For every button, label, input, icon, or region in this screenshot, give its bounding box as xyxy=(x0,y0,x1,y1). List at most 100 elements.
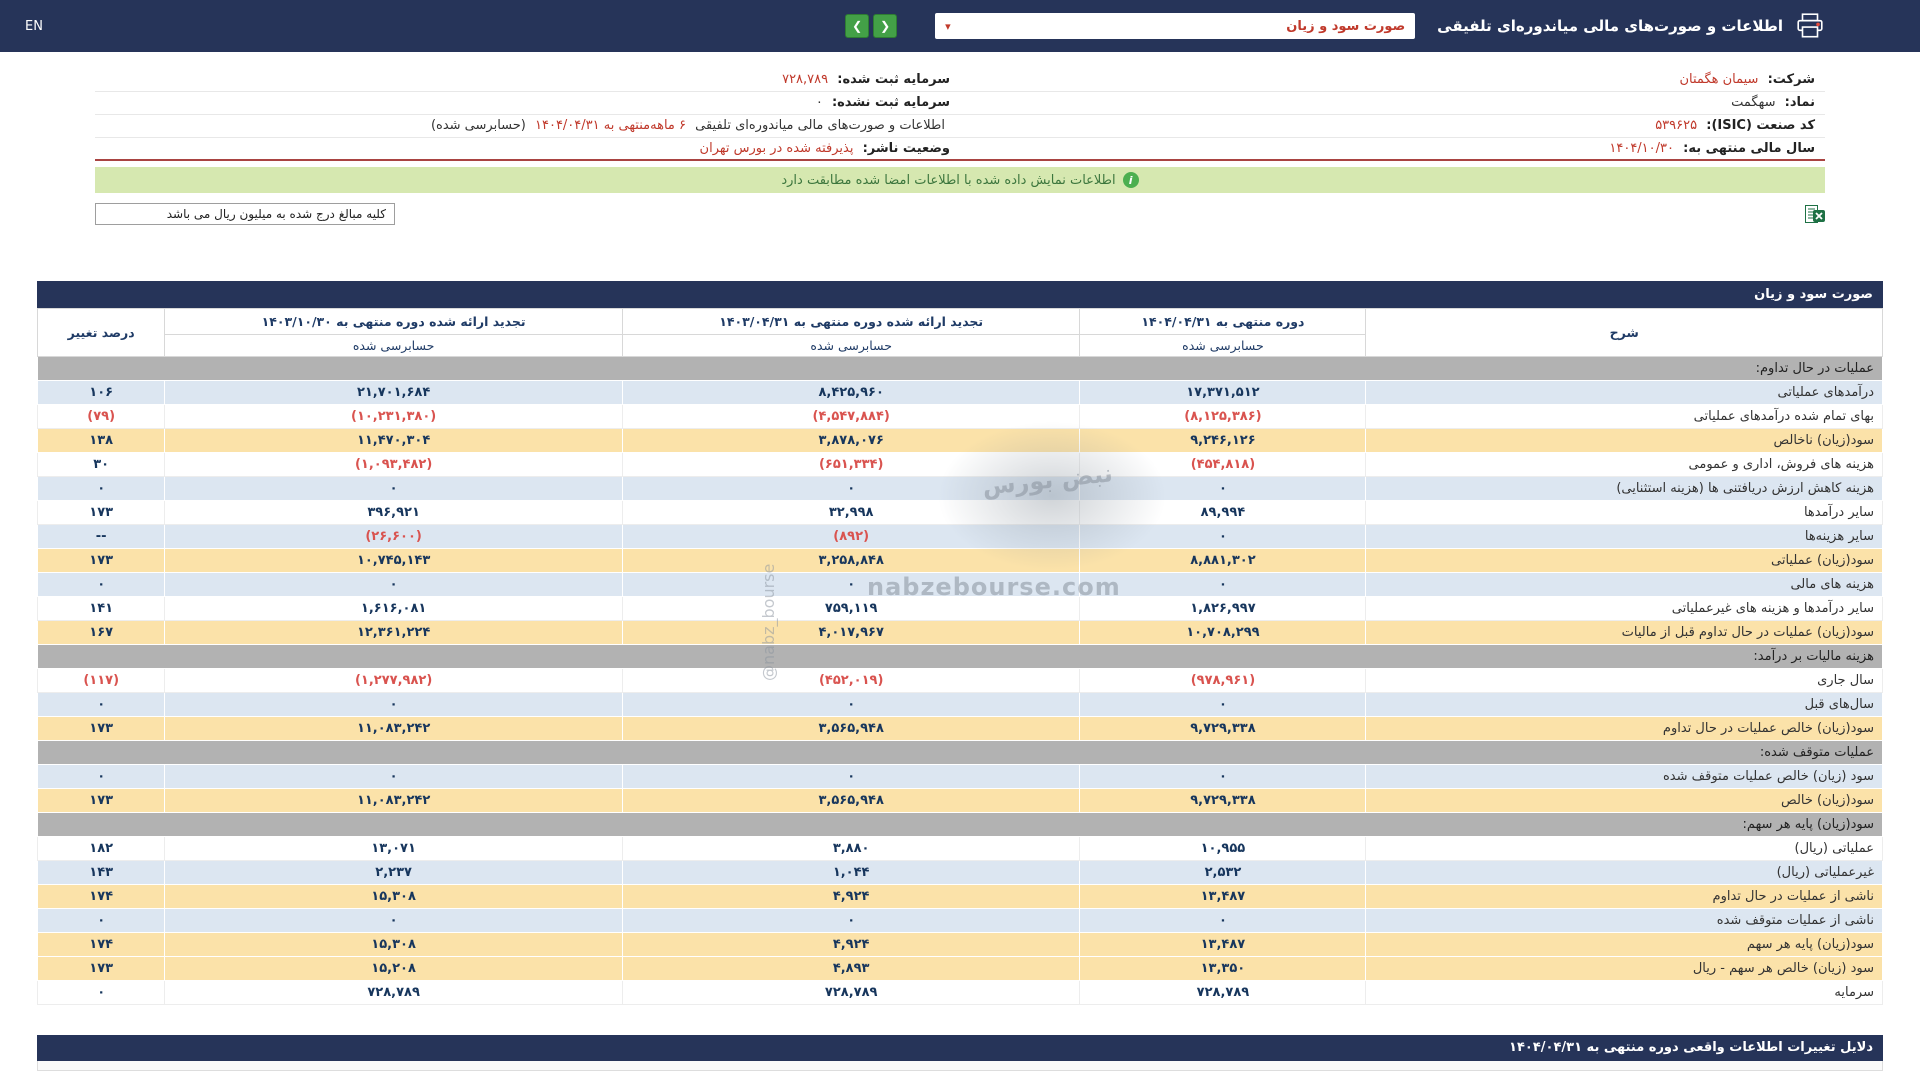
row-value: ۴,۸۹۳ xyxy=(621,956,1081,981)
row-value: ۰ xyxy=(1079,908,1367,933)
table-row: بهای تمام شده درآمدهای عملیاتی (۸,۱۲۵,۳۸۶… xyxy=(36,404,1883,429)
section-label: سود(زیان) پایه هر سهم: xyxy=(37,812,1883,837)
row-label: سود(زیان) عملیاتی xyxy=(1365,548,1883,573)
col-header-description: شرح xyxy=(1365,308,1883,357)
section-label: عملیات متوقف شده: xyxy=(37,740,1883,765)
row-value: ۷۲۸,۷۸۹ xyxy=(1079,980,1367,1005)
table-row: سود(زیان) عملیات در حال تداوم قبل از مال… xyxy=(36,620,1883,645)
row-label: هزینه کاهش ارزش دریافتنی ها (هزینه استثن… xyxy=(1365,476,1883,501)
row-change: (۱۱۷) xyxy=(36,668,166,693)
row-label: سود (زیان) خالص عملیات متوقف شده xyxy=(1365,764,1883,789)
table-row: سایر هزینه‌ها ۰ (۸۹۲) (۲۶,۶۰۰) -- xyxy=(36,524,1883,549)
row-value: ۱۳,۳۵۰ xyxy=(1079,956,1367,981)
row-change: ۱۷۳ xyxy=(36,716,166,741)
row-label: سود(زیان) خالص xyxy=(1365,788,1883,813)
company-info-row: نماد: سهگمت سرمایه ثبت نشده: ۰ xyxy=(95,91,1825,115)
row-value: ۲,۵۳۲ xyxy=(1079,860,1367,885)
table-row: سود(زیان) خالص ۹,۷۲۹,۳۳۸ ۳,۵۶۵,۹۴۸ ۱۱,۰۸۳,۲… xyxy=(36,788,1883,813)
row-change: (۷۹) xyxy=(36,404,166,429)
excel-export-icon[interactable] xyxy=(1805,204,1825,224)
row-value: ۳,۸۷۸,۰۷۶ xyxy=(621,428,1081,453)
row-value: (۲۶,۶۰۰) xyxy=(164,524,623,549)
col-subheader-audited-1: حسابرسی شده xyxy=(621,334,1081,357)
chevron-down-icon: ▾ xyxy=(945,19,951,33)
row-value: ۰ xyxy=(621,572,1081,597)
row-change: ۱۴۱ xyxy=(36,596,166,621)
row-value: ۱,۶۱۶,۰۸۱ xyxy=(164,596,623,621)
row-value: (۱,۲۷۷,۹۸۲) xyxy=(164,668,623,693)
row-label: ناشی از عملیات متوقف شده xyxy=(1365,908,1883,933)
row-label: هزینه های مالی xyxy=(1365,572,1883,597)
language-toggle[interactable]: EN xyxy=(25,19,43,34)
row-value: ۰ xyxy=(1079,524,1367,549)
printer-icon[interactable] xyxy=(1795,11,1825,41)
row-value: (۴,۵۴۷,۸۸۴) xyxy=(621,404,1081,429)
row-value: ۱۳,۴۸۷ xyxy=(1079,932,1367,957)
row-change: ۱۷۳ xyxy=(36,500,166,525)
row-label: درآمدهای عملیاتی xyxy=(1365,380,1883,405)
row-change: ۰ xyxy=(36,764,166,789)
table-row: عملیاتی (ریال) ۱۰,۹۵۵ ۳,۸۸۰ ۱۳,۰۷۱ ۱۸۲ xyxy=(36,836,1883,861)
income-statement-section: صورت سود و زیان شرح دوره منتهی به ۱۴۰۴/۰… xyxy=(36,281,1883,1005)
company-info-section: شرکت: سیمان هگمتان سرمایه ثبت شده: ۷۲۸,۷… xyxy=(95,68,1825,161)
row-change: ۱۷۴ xyxy=(36,884,166,909)
row-value: ۹,۷۲۹,۳۳۸ xyxy=(1079,716,1367,741)
section-row: عملیات در حال تداوم: xyxy=(37,356,1883,381)
row-value: ۱۳,۰۷۱ xyxy=(164,836,623,861)
row-label: سایر درآمدها و هزینه های غیرعملیاتی xyxy=(1365,596,1883,621)
row-label: سود(زیان) خالص عملیات در حال تداوم xyxy=(1365,716,1883,741)
row-value: ۷۲۸,۷۸۹ xyxy=(621,980,1081,1005)
row-value: ۴,۹۲۴ xyxy=(621,932,1081,957)
col-header-percent-change: درصد تغییر xyxy=(36,308,166,357)
row-change: ۰ xyxy=(36,980,166,1005)
changes-reason-header: دلایل تغییرات اطلاعات واقعی دوره منتهی ب… xyxy=(37,1035,1883,1061)
company-info-row: شرکت: سیمان هگمتان سرمایه ثبت شده: ۷۲۸,۷… xyxy=(95,68,1825,92)
row-value: ۰ xyxy=(164,476,623,501)
row-value: ۰ xyxy=(164,692,623,717)
row-value: (۱,۰۹۳,۴۸۲) xyxy=(164,452,623,477)
row-value: ۱۱,۰۸۳,۲۴۲ xyxy=(164,788,623,813)
row-value: (۹۷۸,۹۶۱) xyxy=(1079,668,1367,693)
row-value: ۰ xyxy=(164,572,623,597)
signature-match-notice: i اطلاعات نمایش داده شده با اطلاعات امضا… xyxy=(95,167,1825,193)
row-change: ۱۰۶ xyxy=(36,380,166,405)
company-label: شرکت: xyxy=(1767,71,1815,87)
row-value: ۰ xyxy=(1079,764,1367,789)
section-label: هزینه مالیات بر درآمد: xyxy=(37,644,1883,669)
notice-text: اطلاعات نمایش داده شده با اطلاعات امضا ش… xyxy=(781,172,1116,188)
col-header-period-restated-1: تجدید ارائه شده دوره منتهی به ۱۴۰۳/۰۴/۳۱ xyxy=(621,308,1081,335)
table-row: ناشی از عملیات متوقف شده ۰ ۰ ۰ ۰ xyxy=(36,908,1883,933)
table-row: سال‌های قبل ۰ ۰ ۰ ۰ xyxy=(36,692,1883,717)
row-value: ۳,۵۶۵,۹۴۸ xyxy=(621,716,1081,741)
row-label: غیرعملیاتی (ریال) xyxy=(1365,860,1883,885)
row-value: ۸,۸۸۱,۳۰۲ xyxy=(1079,548,1367,573)
table-row: سایر درآمدها و هزینه های غیرعملیاتی ۱,۸۲۶… xyxy=(36,596,1883,621)
row-value: ۱۱,۴۷۰,۳۰۴ xyxy=(164,428,623,453)
table-row: هزینه های مالی ۰ ۰ ۰ ۰ xyxy=(36,572,1883,597)
prev-report-button[interactable]: ❮ xyxy=(873,14,898,38)
registered-capital-label: سرمایه ثبت شده: xyxy=(837,71,950,87)
currency-unit-note: کلیه مبالغ درج شده به میلیون ریال می باش… xyxy=(95,203,395,225)
row-value: ۱,۸۲۶,۹۹۷ xyxy=(1079,596,1367,621)
table-row: هزینه های فروش، اداری و عمومی (۴۵۴,۸۱۸) (۶… xyxy=(36,452,1883,477)
row-label: سود(زیان) پایه هر سهم xyxy=(1365,932,1883,957)
row-value: ۸,۴۲۵,۹۶۰ xyxy=(621,380,1081,405)
row-change: ۰ xyxy=(36,908,166,933)
row-value: ۰ xyxy=(621,908,1081,933)
income-statement-body: عملیات در حال تداوم: درآمدهای عملیاتی ۱۷,۳… xyxy=(36,356,1883,1005)
unregistered-capital-label: سرمایه ثبت نشده: xyxy=(831,95,950,110)
changes-reason-title: دلایل تغییرات اطلاعات واقعی دوره منتهی ب… xyxy=(1509,1040,1873,1055)
section-row: عملیات متوقف شده: xyxy=(37,740,1883,765)
table-row: سال جاری (۹۷۸,۹۶۱) (۴۵۲,۰۱۹) (۱,۲۷۷,۹۸۲) (۱۱… xyxy=(36,668,1883,693)
isic-value: ۵۳۹۶۲۵ xyxy=(1655,118,1698,133)
row-label: سود (زیان) خالص هر سهم - ریال xyxy=(1365,956,1883,981)
report-type-dropdown[interactable]: صورت سود و زیان ▾ xyxy=(935,13,1416,39)
col-header-period-current: دوره منتهی به ۱۴۰۴/۰۴/۳۱ xyxy=(1079,308,1367,335)
row-change: ۱۶۷ xyxy=(36,620,166,645)
row-label: سود(زیان) عملیات در حال تداوم قبل از مال… xyxy=(1365,620,1883,645)
row-label: سرمایه xyxy=(1365,980,1883,1005)
next-report-button[interactable]: ❯ xyxy=(845,14,870,38)
row-value: ۰ xyxy=(1079,476,1367,501)
income-statement-table: شرح دوره منتهی به ۱۴۰۴/۰۴/۳۱ تجدید ارائه… xyxy=(36,308,1883,1005)
row-value: ۰ xyxy=(1079,692,1367,717)
